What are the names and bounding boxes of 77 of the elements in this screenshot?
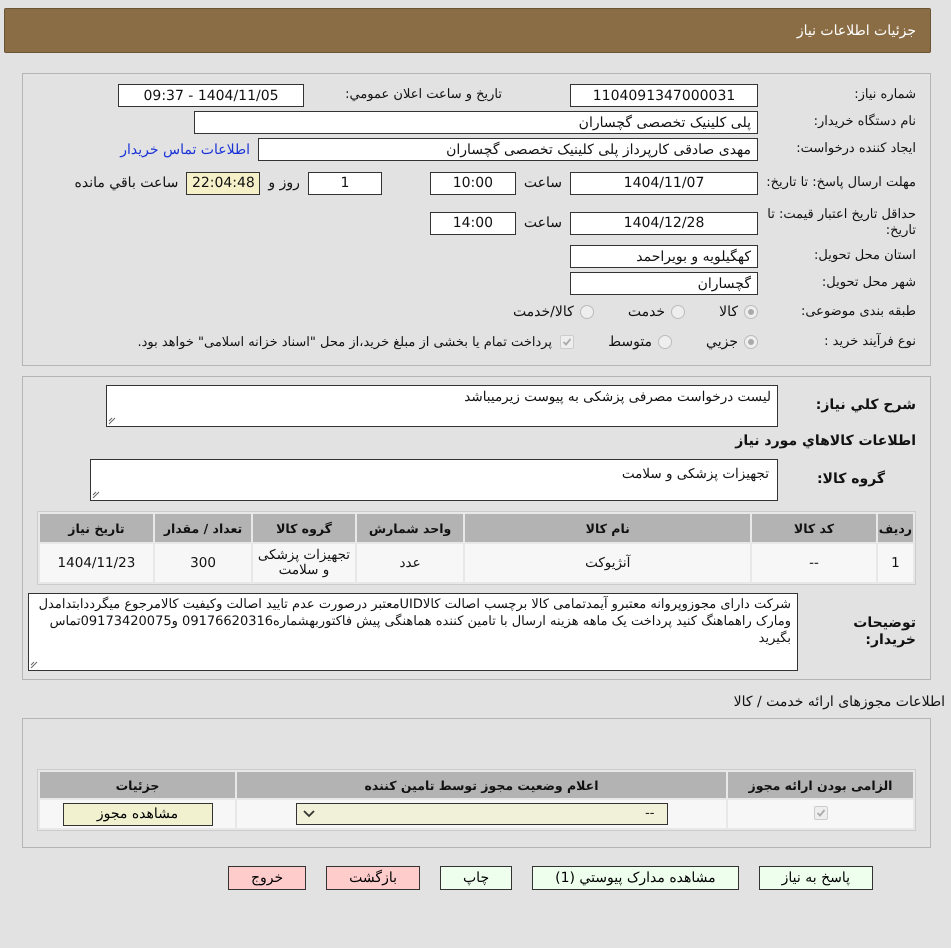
table-cell: -- bbox=[752, 544, 876, 582]
time-field: 14:00 bbox=[430, 212, 516, 234]
column-header: گروه کالا bbox=[253, 514, 355, 542]
section-heading: اطلاعات کالاهاي مورد نیاز bbox=[734, 433, 916, 449]
checkbox[interactable] bbox=[814, 806, 828, 820]
summary-text-area[interactable]: لیست درخواست مصرفی پزشکی به پیوست زیرمیباشد bbox=[106, 385, 778, 427]
radio-button[interactable] bbox=[580, 305, 594, 319]
field-label: توضیحات خریدار: bbox=[852, 614, 916, 650]
need-number-field: 1104091347000031 bbox=[570, 84, 758, 107]
table-cell: تجهیزات پزشکی و سلامت bbox=[253, 544, 355, 582]
resize-grip-icon[interactable] bbox=[108, 417, 116, 425]
resize-grip-icon[interactable] bbox=[92, 491, 100, 499]
field-label: مهلت ارسال پاسخ: تا تاریخ: bbox=[766, 174, 916, 192]
column-header: نام کالا bbox=[465, 514, 750, 542]
days-field: 1 bbox=[308, 172, 382, 194]
action-button[interactable]: چاپ bbox=[440, 866, 512, 890]
section-title: اطلاعات مجوزهای ارائه خدمت / کالا bbox=[732, 694, 946, 710]
field-label: شماره نیاز: bbox=[853, 87, 916, 104]
field-label: نام دستگاه خريدار: bbox=[812, 114, 916, 131]
radio-label: متوسط bbox=[608, 334, 652, 350]
column-header: کد کالا bbox=[752, 514, 876, 542]
time-label: ساعت bbox=[524, 175, 562, 191]
remaining-label: ساعت باقي مانده bbox=[74, 175, 178, 191]
status-dropdown[interactable]: -- bbox=[296, 803, 668, 825]
field-label: ایجاد کننده درخواست: bbox=[795, 141, 916, 158]
field-label: شهر محل تحویل: bbox=[820, 275, 916, 292]
field-label: استان محل تحویل: bbox=[813, 248, 916, 265]
date-field: 1404/12/28 bbox=[570, 212, 758, 234]
checkbox[interactable] bbox=[560, 335, 574, 349]
field-label: شرح کلي نیاز: bbox=[814, 397, 916, 415]
buyer-notes-text-area[interactable]: شرکت دارای مجوزوپروانه معتبرو آیمدتمامی کالا برچسب اصالت کالاUIDمعتبر درصورت عدم تایید اصالت وکیفیت کالامرجوع میگرددابتدامدل ومارک راهماهنگ کنید پرداخت یک ماهه هزینه ارسال با تامین کننده هماهنگی پیش فاکتوربهشماره09176620316 و09173420075تماس بگیرید bbox=[28, 593, 798, 671]
view-permit-button[interactable]: مشاهده مجوز bbox=[62, 802, 212, 826]
field-label: گروه کالا: bbox=[816, 471, 886, 489]
action-button[interactable]: خروج bbox=[228, 866, 306, 890]
page-header: جزئیات اطلاعات نیاز bbox=[4, 8, 931, 53]
checkbox-label: پرداخت تمام یا بخشی از مبلغ خرید،از محل "اسناد خزانه اسلامی" خواهد بود. bbox=[137, 334, 552, 350]
column-header: جزئیات bbox=[40, 772, 235, 798]
column-header: ردیف bbox=[878, 514, 913, 542]
action-button[interactable]: پاسخ به نیاز bbox=[758, 866, 874, 890]
field-label: حداقل تاریخ اعتبار قیمت: تا تاریخ: bbox=[766, 206, 916, 240]
table-cell: 300 bbox=[154, 544, 252, 582]
date-field: 1404/11/07 bbox=[570, 172, 758, 194]
radio-button[interactable] bbox=[671, 305, 686, 319]
buyer-contact-link[interactable]: اطلاعات تماس خریدار bbox=[120, 142, 250, 158]
table-cell: 1 bbox=[878, 544, 913, 582]
action-button[interactable]: بازگشت bbox=[326, 866, 420, 890]
radio-button[interactable] bbox=[744, 305, 758, 319]
province-field: کهگیلویه و بویراحمد bbox=[570, 245, 758, 268]
column-header: تاریخ نیاز bbox=[40, 514, 153, 542]
radio-label: خدمت bbox=[628, 304, 666, 320]
field-label: نوع فرآیند خرید : bbox=[823, 334, 916, 350]
table-cell: عدد bbox=[356, 544, 464, 582]
column-header: الزامی بودن ارائه مجوز bbox=[728, 772, 913, 798]
field-label: تاریخ و ساعت اعلان عمومي: bbox=[344, 87, 502, 104]
radio-button[interactable] bbox=[744, 335, 758, 349]
requester-field: مهدی صادقی کارپرداز پلی کلینیک تخصصی گچساران bbox=[258, 138, 758, 161]
field-label: طبقه بندی موضوعی: bbox=[800, 304, 916, 320]
announce-date-field: 1404/11/05 - 09:37 bbox=[118, 84, 304, 107]
radio-label: کالا/خدمت bbox=[512, 304, 574, 320]
table-cell: 1404/11/23 bbox=[40, 544, 153, 582]
remaining-time-field: 22:04:48 bbox=[186, 172, 260, 194]
time-label: ساعت bbox=[524, 215, 562, 231]
chevron-down-icon bbox=[302, 810, 314, 818]
column-header: اعلام وضعیت مجوز توسط تامین کننده bbox=[237, 772, 726, 798]
radio-button[interactable] bbox=[658, 335, 672, 349]
action-button[interactable]: مشاهده مدارک پیوستي (1) bbox=[532, 866, 739, 890]
table-cell: آنژیوکت bbox=[465, 544, 750, 582]
radio-label: جزیي bbox=[706, 334, 738, 350]
resize-grip-icon[interactable] bbox=[30, 661, 38, 669]
goods-group-text-area[interactable]: تجهیزات پزشکی و سلامت bbox=[90, 459, 778, 501]
column-header: تعداد / مقدار bbox=[154, 514, 252, 542]
column-header: واحد شمارش bbox=[356, 514, 464, 542]
time-field: 10:00 bbox=[430, 172, 516, 194]
radio-label: کالا bbox=[719, 304, 738, 320]
days-label: روز و bbox=[268, 175, 300, 191]
buyer-org-field: پلی کلینیک تخصصی گچساران bbox=[194, 111, 758, 134]
city-field: گچساران bbox=[570, 272, 758, 295]
